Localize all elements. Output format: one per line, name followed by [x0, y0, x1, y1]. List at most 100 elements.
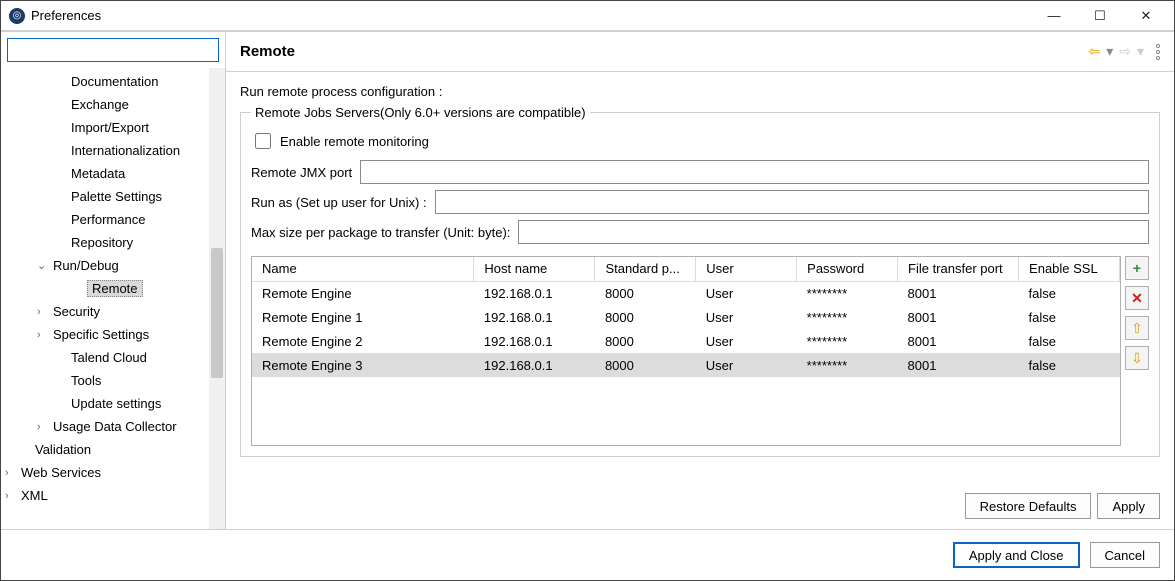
- maximize-icon[interactable]: ☐: [1086, 6, 1114, 26]
- tree-item[interactable]: ›Security: [1, 300, 225, 323]
- column-header[interactable]: Standard p...: [595, 257, 696, 281]
- tree-item-label: Documentation: [69, 74, 160, 89]
- chevron-right-icon[interactable]: ›: [5, 467, 19, 479]
- tree-item-label: Tools: [69, 373, 103, 388]
- table-cell: User: [696, 329, 797, 353]
- tree-scrollbar[interactable]: [209, 68, 225, 529]
- apply-and-close-button[interactable]: Apply and Close: [953, 542, 1080, 568]
- table-row[interactable]: Remote Engine192.168.0.18000User********…: [252, 281, 1120, 305]
- column-header[interactable]: File transfer port: [898, 257, 1019, 281]
- tree-item-label: Update settings: [69, 396, 163, 411]
- tree-item[interactable]: Validation: [1, 438, 225, 461]
- page-footer: Restore Defaults Apply: [226, 483, 1174, 529]
- chevron-down-icon[interactable]: ⌄: [37, 259, 51, 272]
- table-cell: 192.168.0.1: [474, 305, 595, 329]
- move-up-button[interactable]: ⇧: [1125, 316, 1149, 340]
- table-cell: 192.168.0.1: [474, 329, 595, 353]
- minimize-icon[interactable]: —: [1040, 6, 1068, 26]
- table-cell: User: [696, 305, 797, 329]
- table-row[interactable]: Remote Engine 3192.168.0.18000User******…: [252, 353, 1120, 377]
- table-cell: 8000: [595, 305, 696, 329]
- tree-item-label: Validation: [33, 442, 93, 457]
- jmx-port-input[interactable]: [360, 160, 1149, 184]
- table-cell: Remote Engine 1: [252, 305, 474, 329]
- tree-item-label: Remote: [87, 280, 143, 297]
- forward-dropdown-icon[interactable]: ▾: [1137, 43, 1144, 60]
- tree-item[interactable]: ⌄Run/Debug: [1, 254, 225, 277]
- tree-item[interactable]: ›Specific Settings: [1, 323, 225, 346]
- dialog-body: Documentation Exchange Import/Export Intern…: [1, 31, 1174, 529]
- tree-item-label: Usage Data Collector: [51, 419, 179, 434]
- table-cell: Remote Engine 2: [252, 329, 474, 353]
- close-icon[interactable]: ✕: [1132, 6, 1160, 26]
- back-dropdown-icon[interactable]: ▾: [1106, 43, 1113, 60]
- tree-item[interactable]: Repository: [1, 231, 225, 254]
- table-row[interactable]: Remote Engine 2192.168.0.18000User******…: [252, 329, 1120, 353]
- tree-item[interactable]: Internationalization: [1, 139, 225, 162]
- enable-remote-monitoring-label: Enable remote monitoring: [280, 134, 429, 149]
- restore-defaults-button[interactable]: Restore Defaults: [965, 493, 1092, 519]
- table-row[interactable]: Remote Engine 1192.168.0.18000User******…: [252, 305, 1120, 329]
- content-pane: Remote ⇦ ▾ ⇨ ▾ Run remote process config…: [226, 32, 1174, 529]
- tree-item-label: Metadata: [69, 166, 127, 181]
- table-cell: 8001: [898, 329, 1019, 353]
- column-header[interactable]: Host name: [474, 257, 595, 281]
- add-row-button[interactable]: +: [1125, 256, 1149, 280]
- chevron-right-icon[interactable]: ›: [37, 329, 51, 341]
- menu-icon[interactable]: [1156, 44, 1160, 60]
- dialog-footer: Apply and Close Cancel: [1, 529, 1174, 580]
- tree-item[interactable]: Palette Settings: [1, 185, 225, 208]
- tree-item[interactable]: ›Web Services: [1, 461, 225, 484]
- tree-item[interactable]: ›XML: [1, 484, 225, 507]
- column-header[interactable]: User: [696, 257, 797, 281]
- preferences-window: ◎ Preferences — ☐ ✕ DocumentationExchang…: [0, 0, 1175, 581]
- tree-item-label: Performance: [69, 212, 147, 227]
- tree-item[interactable]: Documentation: [1, 70, 225, 93]
- remote-jobs-fieldset: Remote Jobs Servers(Only 6.0+ versions a…: [240, 105, 1160, 457]
- table-cell: Remote Engine: [252, 281, 474, 305]
- tree-item[interactable]: Tools: [1, 369, 225, 392]
- run-as-label: Run as (Set up user for Unix) :: [251, 195, 427, 210]
- tree-item[interactable]: Metadata: [1, 162, 225, 185]
- tree-item[interactable]: Exchange: [1, 93, 225, 116]
- tree-item-label: Repository: [69, 235, 135, 250]
- column-header[interactable]: Password: [797, 257, 898, 281]
- max-size-input[interactable]: [518, 220, 1149, 244]
- cancel-button[interactable]: Cancel: [1090, 542, 1160, 568]
- delete-row-button[interactable]: ✕: [1125, 286, 1149, 310]
- sidebar: Documentation Exchange Import/Export Intern…: [1, 32, 226, 529]
- enable-remote-monitoring-checkbox[interactable]: [255, 133, 271, 149]
- forward-icon[interactable]: ⇨: [1119, 43, 1131, 60]
- table-cell: ********: [797, 329, 898, 353]
- tree-item[interactable]: Remote: [1, 277, 225, 300]
- table-cell: 8001: [898, 281, 1019, 305]
- window-title: Preferences: [31, 8, 1040, 23]
- back-icon[interactable]: ⇦: [1088, 43, 1100, 60]
- chevron-right-icon[interactable]: ›: [5, 490, 19, 502]
- table-cell: ********: [797, 281, 898, 305]
- tree-item-label: Import/Export: [69, 120, 151, 135]
- apply-button[interactable]: Apply: [1097, 493, 1160, 519]
- move-down-button[interactable]: ⇩: [1125, 346, 1149, 370]
- column-header[interactable]: Enable SSL: [1019, 257, 1120, 281]
- filter-input[interactable]: [7, 38, 219, 62]
- chevron-right-icon[interactable]: ›: [37, 306, 51, 318]
- table-cell: 8000: [595, 329, 696, 353]
- table-cell: false: [1019, 329, 1120, 353]
- servers-table[interactable]: NameHost nameStandard p...UserPasswordFi…: [251, 256, 1121, 446]
- tree-item-label: Internationalization: [69, 143, 182, 158]
- tree-item[interactable]: ›Usage Data Collector: [1, 415, 225, 438]
- content-body: Run remote process configuration : Remot…: [226, 72, 1174, 483]
- column-header[interactable]: Name: [252, 257, 474, 281]
- table-cell: 8000: [595, 353, 696, 377]
- table-cell: 8001: [898, 353, 1019, 377]
- tree-item[interactable]: Update settings: [1, 392, 225, 415]
- table-cell: User: [696, 353, 797, 377]
- window-controls: — ☐ ✕: [1040, 6, 1160, 26]
- chevron-right-icon[interactable]: ›: [37, 421, 51, 433]
- tree-item[interactable]: Import/Export: [1, 116, 225, 139]
- table-cell: false: [1019, 353, 1120, 377]
- tree-item[interactable]: Talend Cloud: [1, 346, 225, 369]
- run-as-input[interactable]: [435, 190, 1149, 214]
- tree-item[interactable]: Performance: [1, 208, 225, 231]
